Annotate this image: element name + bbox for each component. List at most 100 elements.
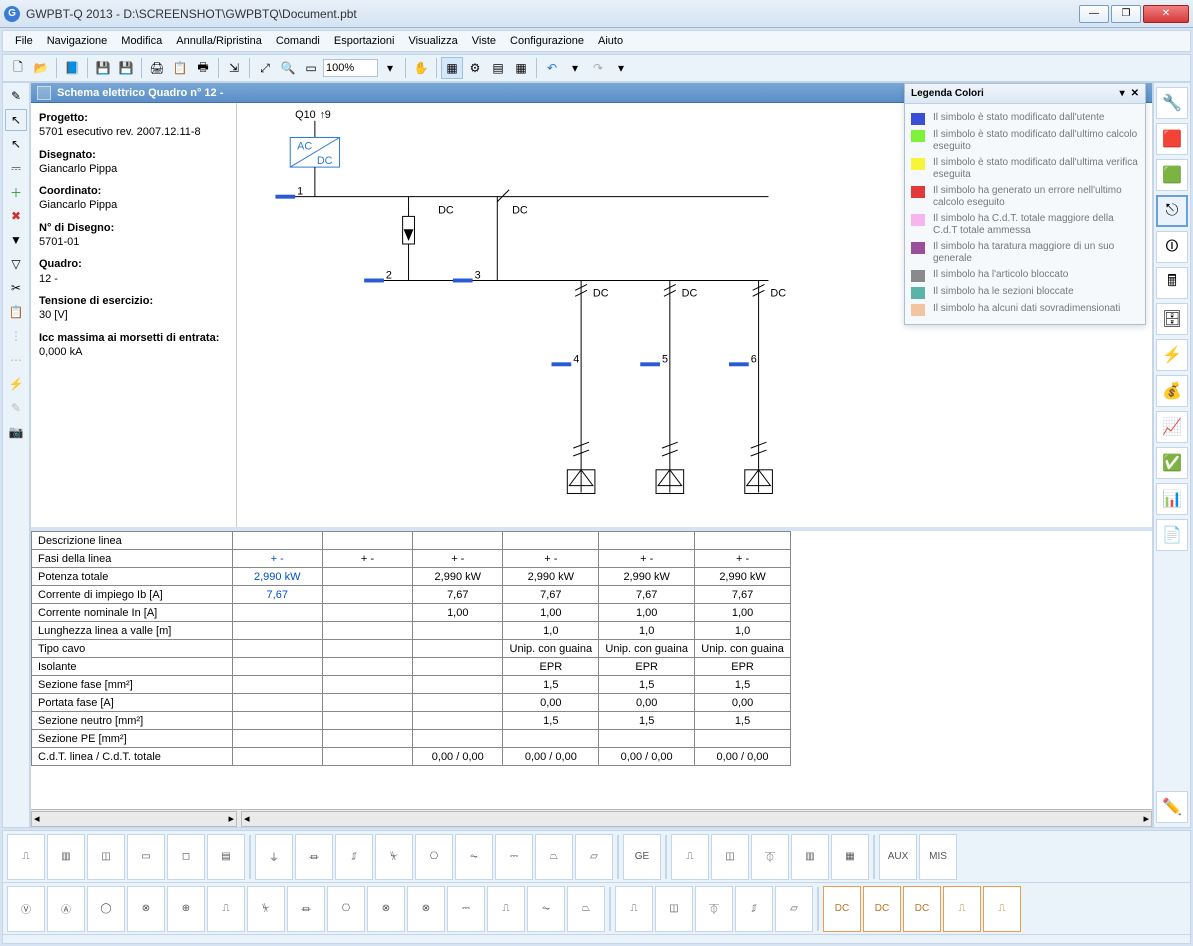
sym-16[interactable]: ⎍ [671, 834, 709, 880]
cell[interactable]: + - [322, 550, 412, 568]
cell[interactable]: 0,00 / 0,00 [695, 748, 791, 766]
cell[interactable]: 1,00 [413, 604, 503, 622]
sym-10[interactable]: ⏧ [375, 834, 413, 880]
cell[interactable]: + - [232, 550, 322, 568]
sym2-16[interactable]: ⎍ [615, 886, 653, 932]
tool-breaker-icon[interactable]: ⎋ [1156, 195, 1188, 227]
cell[interactable]: 7,67 [695, 586, 791, 604]
sym-17[interactable]: ◫ [711, 834, 749, 880]
zoom-input[interactable] [323, 59, 378, 77]
cell[interactable] [413, 730, 503, 748]
cell[interactable]: 7,67 [232, 586, 322, 604]
cell[interactable]: 1,00 [599, 604, 695, 622]
table-scrollbar[interactable]: ◂▸ ◂▸ [31, 809, 1152, 827]
cell[interactable] [413, 640, 503, 658]
maximize-button[interactable]: ❐ [1111, 5, 1141, 23]
sym2-14[interactable]: ⏦ [527, 886, 565, 932]
cell[interactable] [695, 532, 791, 550]
sym2-20[interactable]: ⏥ [775, 886, 813, 932]
cell[interactable]: 7,67 [503, 586, 599, 604]
cell[interactable]: 1,5 [503, 676, 599, 694]
cell[interactable]: 0,00 [599, 694, 695, 712]
sym-13[interactable]: ⎓ [495, 834, 533, 880]
cell[interactable] [232, 676, 322, 694]
tool-excel-icon[interactable]: 📊 [1156, 483, 1188, 515]
cell[interactable]: 0,00 [695, 694, 791, 712]
print-icon[interactable]: 🖨 [146, 57, 168, 79]
wire-icon[interactable]: ⎓ [5, 157, 27, 179]
sym2-5[interactable]: ⊕ [167, 886, 205, 932]
cell[interactable] [322, 622, 412, 640]
settings-icon[interactable]: ⚙ [464, 57, 486, 79]
sym2-dc2[interactable]: DC [863, 886, 901, 932]
sym-11[interactable]: ⎔ [415, 834, 453, 880]
cell[interactable] [232, 730, 322, 748]
cell[interactable]: 2,990 kW [599, 568, 695, 586]
menu-viste[interactable]: Viste [466, 33, 502, 49]
sym2-19[interactable]: ⎎ [735, 886, 773, 932]
tool-pencil-icon[interactable]: ✏️ [1156, 791, 1188, 823]
ungroup-icon[interactable]: ⋯ [5, 349, 27, 371]
filter2-icon[interactable]: ▽ [5, 253, 27, 275]
cut-icon[interactable]: ✂ [5, 277, 27, 299]
sym2-15[interactable]: ⏢ [567, 886, 605, 932]
sym2-1[interactable]: Ⓥ [7, 886, 45, 932]
minimize-button[interactable]: — [1079, 5, 1109, 23]
cell[interactable]: Unip. con guaina [599, 640, 695, 658]
cell[interactable] [413, 712, 503, 730]
cell[interactable]: 1,00 [695, 604, 791, 622]
sym-mis[interactable]: MIS [919, 834, 957, 880]
cell[interactable]: + - [695, 550, 791, 568]
cell[interactable]: 2,990 kW [695, 568, 791, 586]
cell[interactable] [322, 532, 412, 550]
cell[interactable]: + - [503, 550, 599, 568]
preview-icon[interactable]: 🖶 [192, 57, 214, 79]
cell[interactable] [232, 622, 322, 640]
cell[interactable]: 1,5 [695, 712, 791, 730]
sym2-11[interactable]: ⊗ [407, 886, 445, 932]
sym-14[interactable]: ⏢ [535, 834, 573, 880]
cell[interactable]: Unip. con guaina [503, 640, 599, 658]
sym2-3[interactable]: ◯ [87, 886, 125, 932]
cell[interactable]: 2,990 kW [413, 568, 503, 586]
sym-12[interactable]: ⏦ [455, 834, 493, 880]
plug-icon[interactable]: ⚡ [5, 373, 27, 395]
cell[interactable]: EPR [503, 658, 599, 676]
cell[interactable]: Unip. con guaina [695, 640, 791, 658]
sym2-17[interactable]: ◫ [655, 886, 693, 932]
sym-18[interactable]: ⏁ [751, 834, 789, 880]
cell[interactable]: 1,5 [599, 712, 695, 730]
sym2-dc3[interactable]: DC [903, 886, 941, 932]
cell[interactable]: 0,00 [503, 694, 599, 712]
add-icon[interactable]: ＋ [5, 181, 27, 203]
copy-icon[interactable]: 📋 [169, 57, 191, 79]
cell[interactable]: 7,67 [599, 586, 695, 604]
sym2-dc5[interactable]: ⎍ [983, 886, 1021, 932]
menu-file[interactable]: File [9, 33, 39, 49]
tool-calc-icon[interactable]: 🖩 [1156, 267, 1188, 299]
sym2-9[interactable]: ⎔ [327, 886, 365, 932]
sym-4[interactable]: ▭ [127, 834, 165, 880]
cell[interactable]: 1,0 [695, 622, 791, 640]
undo-icon[interactable]: ↶ [541, 57, 563, 79]
data-table[interactable]: Descrizione lineaFasi della linea+ -+ -+… [31, 531, 1152, 809]
tool-graph-icon[interactable]: 📈 [1156, 411, 1188, 443]
sym-19[interactable]: ▥ [791, 834, 829, 880]
cell[interactable]: EPR [695, 658, 791, 676]
menu-comandi[interactable]: Comandi [270, 33, 326, 49]
pointer2-icon[interactable]: ↖ [5, 133, 27, 155]
grid-icon[interactable]: ▦ [441, 57, 463, 79]
cell[interactable] [322, 604, 412, 622]
menu-visualizza[interactable]: Visualizza [402, 33, 463, 49]
sym2-13[interactable]: ⎍ [487, 886, 525, 932]
sym-8[interactable]: ⏛ [295, 834, 333, 880]
cell[interactable] [413, 622, 503, 640]
sym-3[interactable]: ◫ [87, 834, 125, 880]
sym-2[interactable]: ▥ [47, 834, 85, 880]
cell[interactable] [599, 730, 695, 748]
cell[interactable]: 1,0 [599, 622, 695, 640]
menu-modifica[interactable]: Modifica [115, 33, 168, 49]
layers-icon[interactable]: ▤ [487, 57, 509, 79]
cell[interactable]: 1,0 [503, 622, 599, 640]
cell[interactable]: 2,990 kW [232, 568, 322, 586]
